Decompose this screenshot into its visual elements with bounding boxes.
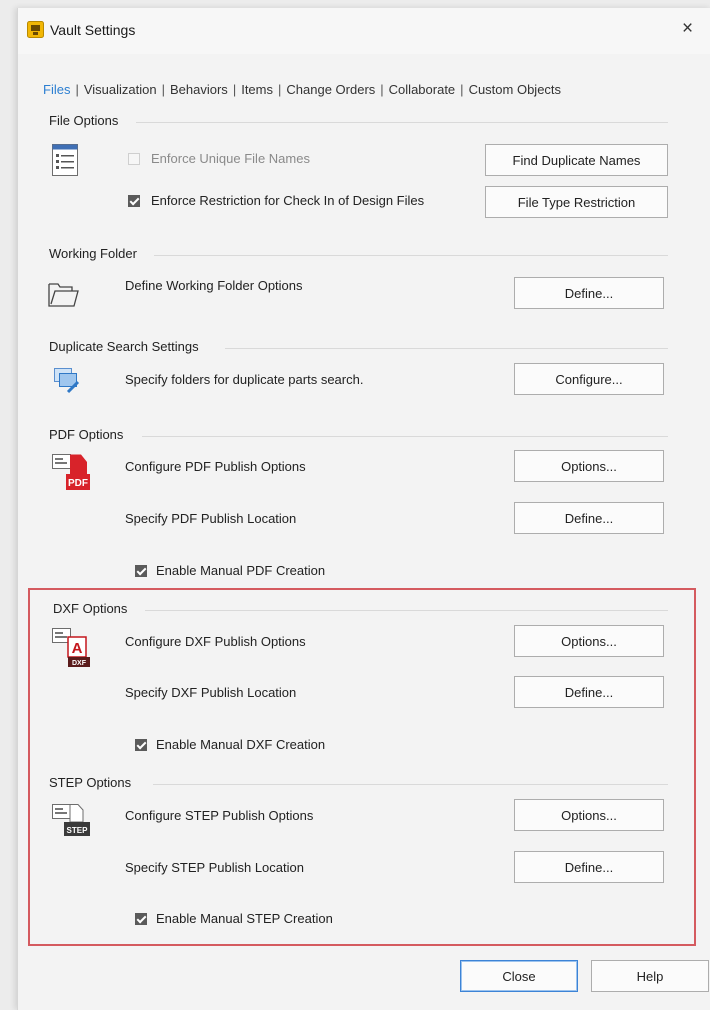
step-badge-text: STEP <box>67 826 89 835</box>
tab-separator: | <box>161 82 165 97</box>
tab-change-orders[interactable]: Change Orders <box>286 82 375 97</box>
dxf-location-define-button[interactable]: Define... <box>514 676 664 708</box>
divider <box>153 784 668 785</box>
pdf-configure-label: Configure PDF Publish Options <box>125 459 306 474</box>
window-title: Vault Settings <box>50 22 136 38</box>
vault-app-icon <box>27 21 44 38</box>
enforce-unique-names-checkbox[interactable] <box>128 153 140 165</box>
pdf-options-button[interactable]: Options... <box>514 450 664 482</box>
duplicate-search-icon <box>54 368 80 394</box>
file-type-restriction-button[interactable]: File Type Restriction <box>485 186 668 218</box>
enable-manual-step-label: Enable Manual STEP Creation <box>156 911 333 926</box>
dxf-options-button[interactable]: Options... <box>514 625 664 657</box>
tab-collaborate[interactable]: Collaborate <box>389 82 456 97</box>
tab-items[interactable]: Items <box>241 82 273 97</box>
divider <box>154 255 668 256</box>
pdf-options-heading: PDF Options <box>49 427 124 442</box>
title-bar: Vault Settings × <box>18 8 710 54</box>
tab-custom-objects[interactable]: Custom Objects <box>469 82 561 97</box>
dxf-location-label: Specify DXF Publish Location <box>125 685 297 700</box>
tab-separator: | <box>75 82 79 97</box>
pdf-location-define-button[interactable]: Define... <box>514 502 664 534</box>
enforce-restriction-label: Enforce Restriction for Check In of Desi… <box>151 193 425 208</box>
enable-manual-dxf-checkbox[interactable] <box>135 739 147 751</box>
tab-behaviors[interactable]: Behaviors <box>170 82 228 97</box>
pdf-badge-text: PDF <box>68 478 88 489</box>
find-duplicate-names-button[interactable]: Find Duplicate Names <box>485 144 668 176</box>
divider <box>225 348 668 349</box>
tab-visualization[interactable]: Visualization <box>84 82 157 97</box>
enable-manual-pdf-checkbox[interactable] <box>135 565 147 577</box>
help-button[interactable]: Help <box>591 960 709 992</box>
step-options-button[interactable]: Options... <box>514 799 664 831</box>
dxf-badge-text: DXF <box>72 660 87 667</box>
divider <box>142 436 668 437</box>
enforce-restriction-checkbox[interactable] <box>128 195 140 207</box>
working-folder-define-button[interactable]: Define... <box>514 277 664 309</box>
working-folder-label: Define Working Folder Options <box>125 278 303 293</box>
duplicate-search-heading: Duplicate Search Settings <box>49 339 199 354</box>
tab-separator: | <box>460 82 464 97</box>
dxf-options-heading: DXF Options <box>53 601 128 616</box>
tab-bar: Files | Visualization | Behaviors | Items | Chan… <box>43 82 561 97</box>
tab-separator: | <box>380 82 384 97</box>
duplicate-search-label: Specify folders for duplicate parts sear… <box>125 372 364 387</box>
dxf-configure-label: Configure DXF Publish Options <box>125 634 306 649</box>
divider <box>145 610 668 611</box>
dxf-letter: A <box>72 640 83 657</box>
tab-files[interactable]: Files <box>43 82 70 97</box>
step-file-icon: STEP <box>52 804 90 836</box>
step-location-define-button[interactable]: Define... <box>514 851 664 883</box>
pdf-location-label: Specify PDF Publish Location <box>125 511 297 526</box>
vault-settings-dialog: Vault Settings × Files | Visualization | Beh… <box>17 8 710 1010</box>
dxf-file-icon: A DXF <box>52 628 90 667</box>
pdf-file-icon: PDF <box>52 454 90 490</box>
duplicate-search-configure-button[interactable]: Configure... <box>514 363 664 395</box>
enable-manual-dxf-label: Enable Manual DXF Creation <box>156 737 326 752</box>
enforce-unique-names-label: Enforce Unique File Names <box>151 151 310 166</box>
enable-manual-pdf-label: Enable Manual PDF Creation <box>156 563 326 578</box>
tab-separator: | <box>232 82 237 97</box>
step-configure-label: Configure STEP Publish Options <box>125 808 314 823</box>
close-icon[interactable]: × <box>682 19 693 38</box>
step-location-label: Specify STEP Publish Location <box>125 860 304 875</box>
step-options-heading: STEP Options <box>49 775 132 790</box>
file-list-icon <box>52 144 78 176</box>
working-folder-heading: Working Folder <box>49 246 137 261</box>
enable-manual-step-checkbox[interactable] <box>135 913 147 925</box>
divider <box>136 122 668 123</box>
tab-separator: | <box>278 82 282 97</box>
file-options-heading: File Options <box>49 113 119 128</box>
close-button[interactable]: Close <box>460 960 578 992</box>
folder-icon <box>48 283 79 307</box>
